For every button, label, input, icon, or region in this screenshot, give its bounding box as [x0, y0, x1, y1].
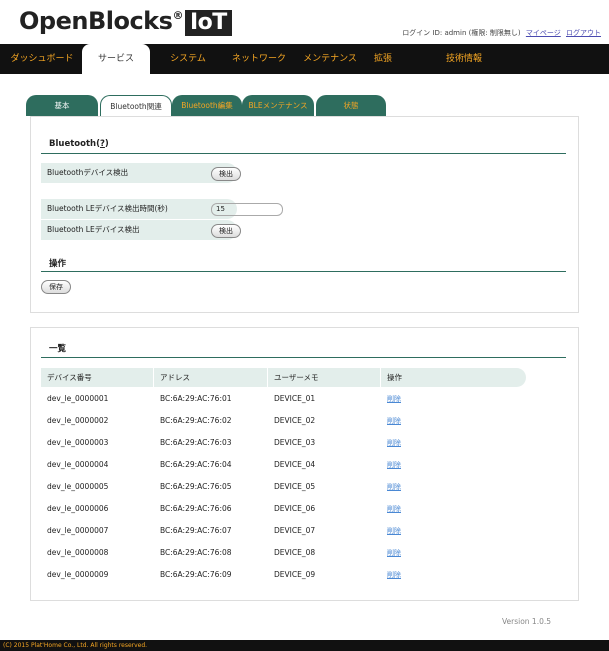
device-id: dev_le_0000008 [47, 548, 109, 557]
device-address: BC:6A:29:AC:76:07 [160, 526, 232, 535]
device-address: BC:6A:29:AC:76:08 [160, 548, 232, 557]
table-row: dev_le_0000009 BC:6A:29:AC:76:09 DEVICE_… [41, 565, 526, 584]
main-nav: ダッシュボード サービス システム ネットワーク メンテナンス 拡張 技術情報 [0, 44, 609, 74]
device-address: BC:6A:29:AC:76:04 [160, 460, 232, 469]
logout-link[interactable]: ログアウト [566, 29, 601, 37]
le-detect-button[interactable]: 検出 [211, 224, 241, 238]
bluetooth-section-title: Bluetooth(?) [49, 139, 109, 149]
device-address: BC:6A:29:AC:76:06 [160, 504, 232, 513]
device-id: dev_le_0000009 [47, 570, 109, 579]
delete-link[interactable]: 削除 [387, 439, 401, 447]
table-row: dev_le_0000003 BC:6A:29:AC:76:03 DEVICE_… [41, 433, 526, 452]
list-title: 一覧 [49, 344, 67, 354]
device-memo: DEVICE_06 [274, 504, 316, 513]
col-device-id: デバイス番号 [41, 368, 154, 387]
logo[interactable]: OpenBlocks® IoT [19, 7, 232, 36]
login-info: ログイン ID: admin (権限: 制限無し) [402, 29, 521, 37]
table-row: dev_le_0000008 BC:6A:29:AC:76:08 DEVICE_… [41, 543, 526, 562]
device-id: dev_le_0000001 [47, 394, 109, 403]
le-time-label: Bluetooth LEデバイス検出時間(秒) [41, 199, 237, 219]
tab-bluetooth-edit[interactable]: Bluetooth編集 [172, 95, 242, 116]
nav-item-tech-info[interactable]: 技術情報 [434, 44, 494, 74]
device-memo: DEVICE_02 [274, 416, 316, 425]
delete-link[interactable]: 削除 [387, 395, 401, 403]
table-row: dev_le_0000007 BC:6A:29:AC:76:07 DEVICE_… [41, 521, 526, 540]
tab-ble-maintenance[interactable]: BLEメンテナンス [242, 95, 314, 116]
device-id: dev_le_0000006 [47, 504, 109, 513]
delete-link[interactable]: 削除 [387, 417, 401, 425]
delete-link[interactable]: 削除 [387, 527, 401, 535]
device-id: dev_le_0000005 [47, 482, 109, 491]
save-button[interactable]: 保存 [41, 280, 71, 294]
device-memo: DEVICE_05 [274, 482, 316, 491]
delete-link[interactable]: 削除 [387, 461, 401, 469]
device-id: dev_le_0000007 [47, 526, 109, 535]
bluetooth-title: Bluetooth [49, 139, 97, 149]
table-row: dev_le_0000006 BC:6A:29:AC:76:06 DEVICE_… [41, 499, 526, 518]
le-time-input[interactable]: 15 [211, 203, 283, 216]
nav-item-system[interactable]: システム [162, 44, 214, 74]
ops-divider [41, 271, 566, 272]
device-memo: DEVICE_07 [274, 526, 316, 535]
table-row: dev_le_0000004 BC:6A:29:AC:76:04 DEVICE_… [41, 455, 526, 474]
device-memo: DEVICE_09 [274, 570, 316, 579]
footer-copyright: (C) 2015 Plat'Home Co., Ltd. All rights … [0, 640, 609, 651]
nav-item-maintenance[interactable]: メンテナンス [298, 44, 362, 74]
table-row: dev_le_0000002 BC:6A:29:AC:76:02 DEVICE_… [41, 411, 526, 430]
nav-item-service[interactable]: サービス [82, 44, 150, 74]
delete-link[interactable]: 削除 [387, 505, 401, 513]
col-memo: ユーザーメモ [268, 368, 381, 387]
mypage-link[interactable]: マイページ [526, 29, 561, 37]
table-row: dev_le_0000005 BC:6A:29:AC:76:05 DEVICE_… [41, 477, 526, 496]
delete-link[interactable]: 削除 [387, 571, 401, 579]
device-memo: DEVICE_08 [274, 548, 316, 557]
user-bar: ログイン ID: admin (権限: 制限無し) マイページ ログアウト [402, 28, 601, 38]
col-action: 操作 [387, 373, 402, 382]
logo-badge: IoT [184, 10, 232, 36]
table-header: デバイス番号 アドレス ユーザーメモ 操作 [41, 368, 526, 387]
header: OpenBlocks® IoT ログイン ID: admin (権限: 制限無し)… [0, 0, 609, 44]
device-address: BC:6A:29:AC:76:01 [160, 394, 232, 403]
device-memo: DEVICE_03 [274, 438, 316, 447]
detect-label: Bluetoothデバイス検出 [41, 163, 237, 183]
logo-text: OpenBlocks [19, 7, 173, 35]
tab-basic[interactable]: 基本 [26, 95, 98, 116]
device-address: BC:6A:29:AC:76:09 [160, 570, 232, 579]
nav-item-network[interactable]: ネットワーク [226, 44, 292, 74]
bluetooth-panel: Bluetooth(?) Bluetoothデバイス検出 検出 Bluetoot… [30, 116, 579, 313]
detect-button[interactable]: 検出 [211, 167, 241, 181]
version-text: Version 1.0.5 [501, 617, 551, 626]
list-divider [41, 357, 566, 358]
device-address: BC:6A:29:AC:76:03 [160, 438, 232, 447]
le-detect-label: Bluetooth LEデバイス検出 [41, 220, 237, 240]
nav-item-extension[interactable]: 拡張 [368, 44, 398, 74]
delete-link[interactable]: 削除 [387, 483, 401, 491]
nav-item-dashboard[interactable]: ダッシュボード [6, 44, 78, 74]
device-id: dev_le_0000003 [47, 438, 109, 447]
device-id: dev_le_0000002 [47, 416, 109, 425]
help-link[interactable]: ? [100, 139, 105, 149]
logo-reg: ® [172, 9, 183, 22]
device-memo: DEVICE_04 [274, 460, 316, 469]
device-address: BC:6A:29:AC:76:05 [160, 482, 232, 491]
delete-link[interactable]: 削除 [387, 549, 401, 557]
device-id: dev_le_0000004 [47, 460, 109, 469]
device-address: BC:6A:29:AC:76:02 [160, 416, 232, 425]
table-row: dev_le_0000001 BC:6A:29:AC:76:01 DEVICE_… [41, 389, 526, 408]
device-memo: DEVICE_01 [274, 394, 316, 403]
tab-bluetooth-related[interactable]: Bluetooth関連 [100, 95, 172, 116]
device-list-panel: 一覧 デバイス番号 アドレス ユーザーメモ 操作 dev_le_0000001 … [30, 327, 579, 601]
ops-title: 操作 [49, 259, 67, 269]
tab-status[interactable]: 状態 [316, 95, 386, 116]
section-divider [41, 153, 566, 154]
col-address: アドレス [154, 368, 268, 387]
